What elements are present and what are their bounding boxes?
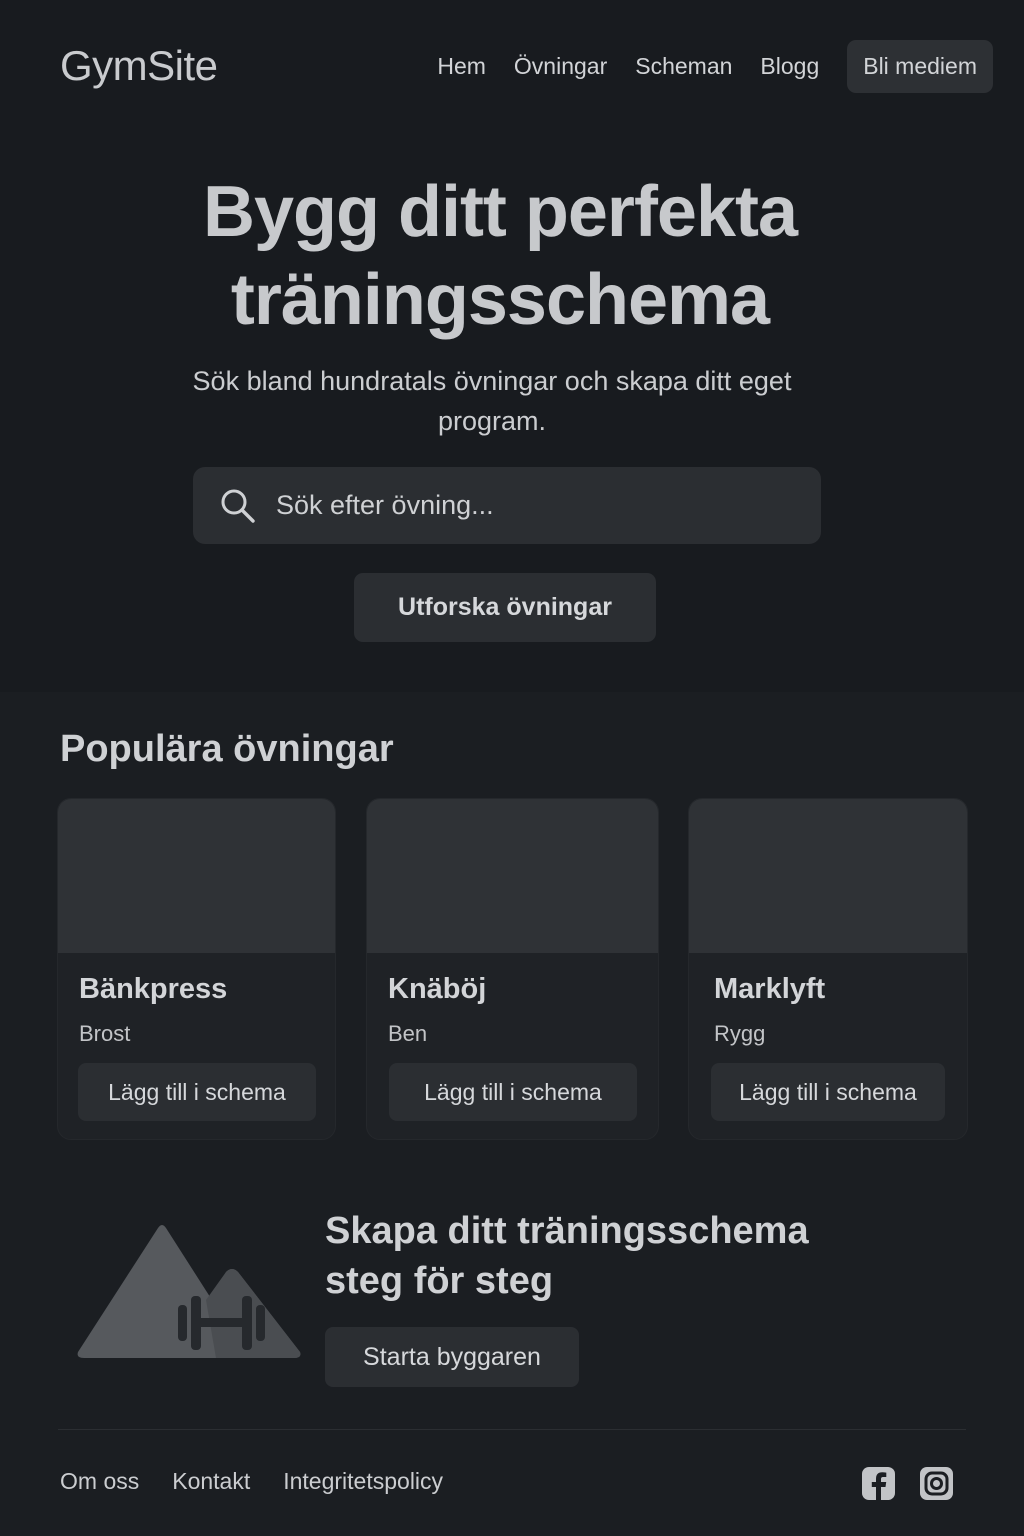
instagram-icon[interactable] [920, 1467, 953, 1500]
footer-divider [58, 1429, 966, 1430]
exercise-title: Bänkpress [79, 973, 228, 1005]
exercise-title: Knäböj [388, 973, 487, 1005]
nav-link-home[interactable]: Hem [437, 53, 486, 80]
footer-link-contact[interactable]: Kontakt [172, 1468, 250, 1495]
page: GymSite Hem Övningar Scheman Blogg Bli m… [0, 0, 1024, 1536]
search-icon [219, 487, 257, 525]
exercise-category: Ben [388, 1021, 428, 1046]
search-input[interactable] [276, 475, 821, 536]
exercise-card-squat: Knäböj Ben Lägg till i schema [366, 798, 659, 1140]
builder-title: Skapa ditt träningsschema steg för steg [325, 1206, 945, 1306]
exercise-category: Rygg [714, 1021, 766, 1046]
explore-exercises-button[interactable]: Utforska övningar [354, 573, 656, 642]
add-to-schedule-button[interactable]: Lägg till i schema [711, 1063, 945, 1121]
add-to-schedule-button[interactable]: Lägg till i schema [389, 1063, 637, 1121]
facebook-icon[interactable] [862, 1467, 895, 1500]
builder-title-line2: steg för steg [325, 1260, 554, 1302]
exercise-image-placeholder [367, 799, 658, 953]
exercise-title: Marklyft [714, 973, 826, 1005]
main-nav: Hem Övningar Scheman Blogg Bli mediem [437, 40, 993, 93]
hero-title-line1: Bygg ditt perfekta [202, 172, 798, 252]
site-logo[interactable]: GymSite [60, 42, 218, 90]
hero-section: GymSite Hem Övningar Scheman Blogg Bli m… [0, 0, 1024, 692]
mountain-dumbbell-icon [76, 1220, 302, 1362]
nav-link-exercises[interactable]: Övningar [514, 53, 607, 80]
search-bar[interactable] [193, 467, 821, 544]
exercise-image-placeholder [689, 799, 967, 953]
builder-title-line1: Skapa ditt träningsschema [325, 1210, 809, 1252]
exercise-card-bench-press: Bänkpress Brost Lägg till i schema [57, 798, 336, 1140]
footer-link-about[interactable]: Om oss [60, 1468, 139, 1495]
footer-link-privacy[interactable]: Integritetspolicy [283, 1468, 443, 1495]
add-to-schedule-button[interactable]: Lägg till i schema [78, 1063, 316, 1121]
exercise-category: Brost [79, 1021, 131, 1046]
exercise-card-deadlift: Marklyft Rygg Lägg till i schema [688, 798, 968, 1140]
exercise-image-placeholder [58, 799, 335, 953]
popular-exercises-title: Populära övningar [60, 728, 394, 770]
hero-subtitle: Sök bland hundratals övningar och skapa … [192, 366, 792, 436]
nav-link-schedules[interactable]: Scheman [635, 53, 732, 80]
start-builder-button[interactable]: Starta byggaren [325, 1327, 579, 1387]
nav-link-blog[interactable]: Blogg [760, 53, 819, 80]
footer-links: Om oss Kontakt Integritetspolicy [60, 1468, 476, 1495]
hero-title: Bygg ditt perfekta träningsschema [0, 168, 1000, 344]
hero-title-line2: träningsschema [230, 260, 770, 340]
become-member-button[interactable]: Bli mediem [847, 40, 993, 93]
